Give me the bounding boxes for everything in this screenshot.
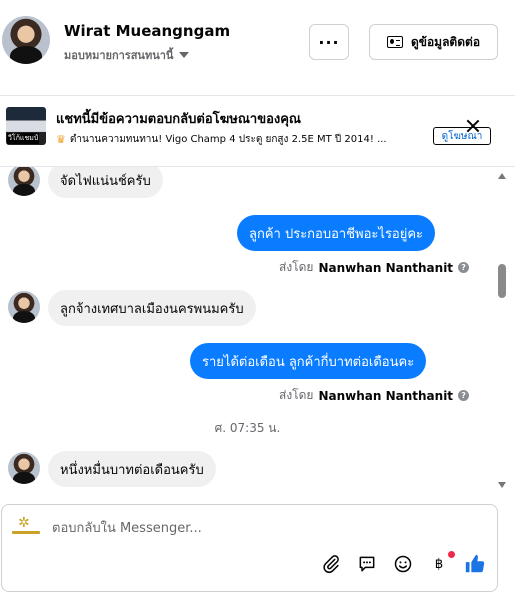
reply-composer: ✲ ฿	[1, 504, 498, 592]
contact-avatar-small[interactable]	[8, 452, 40, 484]
contact-avatar-small[interactable]	[8, 167, 40, 196]
sent-by-label: ส่งโดย Nanwhan Nanthanit ?	[279, 386, 470, 405]
ad-description: ♛ ตำนานความทนทาน! Vigo Champ 4 ประตู ยกส…	[56, 132, 426, 147]
sent-by-prefix: ส่งโดย	[279, 260, 314, 274]
ad-thumbnail[interactable]: วีโก้แชมป์	[6, 107, 46, 145]
contact-card-icon	[386, 36, 403, 48]
incoming-message[interactable]: ลูกจ้างเทศบาลเมืองนครพนมครับ	[48, 290, 256, 326]
notification-dot	[448, 551, 455, 558]
sent-by-label: ส่งโดย Nanwhan Nanthanit ?	[279, 258, 470, 277]
scrollbar-thumb[interactable]	[498, 264, 506, 298]
assign-label: มอบหมายการสนทนานี้	[64, 49, 174, 62]
conversation-header: Wirat Mueangngam มอบหมายการสนทนานี้ ··· …	[0, 0, 515, 96]
sender-name: Nanwhan Nanthanit	[318, 260, 454, 275]
sender-name: Nanwhan Nanthanit	[318, 388, 454, 403]
svg-text:฿: ฿	[435, 557, 443, 572]
ad-thumbnail-text: วีโก้แชมป์	[7, 133, 40, 144]
incoming-message[interactable]: หนึ่งหมื่นบาทต่อเดือนครับ	[48, 451, 216, 487]
ad-reply-banner: วีโก้แชมป์ แชทนี้มีข้อความตอบกลับต่อโฆษณ…	[0, 96, 515, 166]
emoji-icon[interactable]	[392, 553, 414, 575]
ad-description-text: ตำนานความทนทาน! Vigo Champ 4 ประตู ยกสูง…	[69, 134, 387, 145]
info-icon[interactable]: ?	[458, 262, 470, 273]
reply-input[interactable]	[52, 519, 472, 537]
more-options-button[interactable]: ···	[309, 24, 349, 60]
message-timestamp: ศ. 07:35 น.	[214, 421, 281, 435]
paperclip-icon[interactable]	[320, 553, 342, 575]
crown-icon: ♛	[56, 133, 66, 146]
incoming-message[interactable]: จัดไฟแน่นช์ครับ	[48, 167, 163, 198]
close-icon[interactable]	[466, 119, 480, 133]
scroll-up-arrow[interactable]	[498, 173, 506, 179]
view-contact-button[interactable]: ดูข้อมูลติดต่อ	[369, 24, 498, 60]
page-logo: ✲	[12, 516, 40, 538]
sent-by-prefix: ส่งโดย	[279, 388, 314, 402]
message-thread[interactable]: จัดไฟแน่นช์ครับ ลูกค้า ประกอบอาชีพอะไรอย…	[0, 167, 495, 495]
quick-reply-icon[interactable]	[356, 553, 378, 575]
view-contact-label: ดูข้อมูลติดต่อ	[410, 34, 481, 49]
outgoing-message[interactable]: รายได้ต่อเดือน ลูกค้ากี่บาทต่อเดือนคะ	[190, 343, 427, 379]
caret-down-icon	[179, 52, 190, 58]
scroll-down-arrow[interactable]	[498, 482, 506, 488]
like-icon[interactable]	[464, 553, 486, 575]
contact-name[interactable]: Wirat Mueangngam	[64, 22, 230, 40]
baht-icon[interactable]: ฿	[428, 553, 450, 575]
contact-avatar[interactable]	[2, 16, 50, 64]
assign-conversation-dropdown[interactable]: มอบหมายการสนทนานี้	[64, 46, 190, 64]
outgoing-message[interactable]: ลูกค้า ประกอบอาชีพอะไรอยู่คะ	[237, 215, 436, 251]
info-icon[interactable]: ?	[458, 390, 470, 401]
ad-banner-title: แชทนี้มีข้อความตอบกลับต่อโฆษณาของคุณ	[56, 112, 301, 127]
contact-avatar-small[interactable]	[8, 291, 40, 323]
view-ad-link[interactable]: ดูโฆษณา	[433, 127, 491, 145]
